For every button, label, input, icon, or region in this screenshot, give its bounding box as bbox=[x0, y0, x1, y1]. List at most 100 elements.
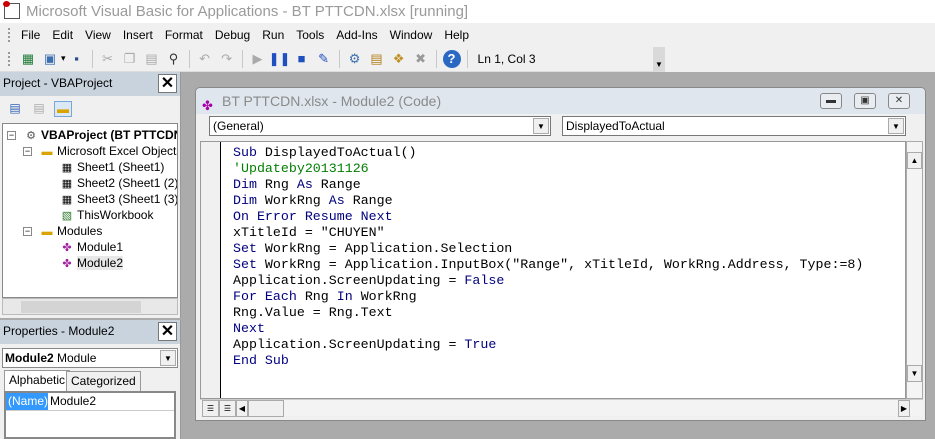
menu-grip[interactable] bbox=[8, 27, 11, 42]
code-horizontal-scrollbar[interactable]: ☰ ☰ ◀ ▶ bbox=[200, 399, 923, 417]
cut-icon[interactable]: ✂ bbox=[99, 50, 117, 68]
tree-item[interactable]: ✤ Module2 bbox=[59, 255, 124, 271]
code-keyword: Next bbox=[233, 321, 265, 336]
chevron-down-icon[interactable]: ▼ bbox=[533, 118, 549, 134]
tree-item-label: VBAProject (BT PTTCDN.xlsx) bbox=[41, 128, 178, 142]
scroll-up-button[interactable]: ▲ bbox=[907, 152, 922, 169]
save-icon[interactable]: ▪ bbox=[68, 50, 86, 68]
tree-item[interactable]: ▧ ThisWorkbook bbox=[59, 207, 154, 223]
collapse-toggle[interactable]: − bbox=[23, 147, 32, 156]
menu-add-ins[interactable]: Add-Ins bbox=[332, 28, 385, 42]
tree-item[interactable]: ▬ Modules bbox=[39, 223, 103, 239]
tree-item-label: Modules bbox=[57, 224, 103, 238]
scroll-left-button[interactable]: ◀ bbox=[236, 400, 248, 417]
design-mode-icon[interactable]: ✎ bbox=[315, 50, 333, 68]
tree-item[interactable]: ▬ Microsoft Excel Objects bbox=[39, 143, 178, 159]
scroll-thumb[interactable] bbox=[21, 301, 141, 313]
menu-edit[interactable]: Edit bbox=[48, 28, 81, 42]
toolbox-icon[interactable]: ✖ bbox=[412, 50, 430, 68]
code-line[interactable]: Application.ScreenUpdating = True bbox=[233, 337, 863, 353]
collapse-toggle[interactable]: − bbox=[7, 131, 16, 140]
menu-file[interactable]: File bbox=[17, 28, 48, 42]
code-line[interactable]: For Each Rng In WorkRng bbox=[233, 289, 863, 305]
tree-item[interactable]: ▦ Sheet2 (Sheet1 (2)) bbox=[59, 175, 177, 191]
code-line[interactable]: Dim Rng As Range bbox=[233, 177, 863, 193]
tab-alphabetic[interactable]: Alphabetic bbox=[4, 370, 71, 391]
menu-tools[interactable]: Tools bbox=[292, 28, 332, 42]
tree-item-label: Sheet3 (Sheet1 (3)) bbox=[77, 192, 178, 206]
code-line[interactable]: 'Updateby20131126 bbox=[233, 161, 863, 177]
menu-insert[interactable]: Insert bbox=[119, 28, 161, 42]
tree-item[interactable]: ⚙ VBAProject (BT PTTCDN.xlsx) bbox=[23, 127, 178, 143]
code-line[interactable]: Application.ScreenUpdating = False bbox=[233, 273, 863, 289]
close-project-explorer-button[interactable]: ✕ bbox=[158, 74, 177, 93]
copy-icon[interactable]: ❐ bbox=[121, 50, 139, 68]
margin-indicator-bar[interactable] bbox=[201, 142, 221, 398]
find-icon[interactable]: ⚲ bbox=[165, 50, 183, 68]
code-lines[interactable]: Sub DisplayedToActual() 'Updateby20131126… bbox=[233, 145, 863, 369]
procedure-view-button[interactable]: ☰ bbox=[202, 400, 219, 417]
excel-icon[interactable]: ▦ bbox=[19, 50, 37, 68]
break-icon[interactable]: ❚❚ bbox=[269, 50, 291, 68]
insert-userform-icon[interactable]: ▣ bbox=[41, 50, 59, 68]
menu-help[interactable]: Help bbox=[440, 28, 477, 42]
tree-item-label: Module2 bbox=[77, 256, 124, 270]
reset-icon[interactable]: ■ bbox=[293, 50, 311, 68]
view-object-icon[interactable]: ▤ bbox=[30, 101, 48, 117]
toggle-folders-icon[interactable]: ▬ bbox=[54, 101, 72, 117]
undo-icon[interactable]: ↶ bbox=[196, 50, 214, 68]
procedure-dropdown[interactable]: DisplayedToActual ▼ bbox=[562, 116, 906, 136]
tree-item[interactable]: ▦ Sheet1 (Sheet1) bbox=[59, 159, 165, 175]
tree-item[interactable]: ✤ Module1 bbox=[59, 239, 123, 255]
help-icon[interactable]: ? bbox=[442, 49, 461, 68]
code-line[interactable]: Rng.Value = Rng.Text bbox=[233, 305, 863, 321]
object-browser-icon[interactable]: ❖ bbox=[390, 50, 408, 68]
menu-format[interactable]: Format bbox=[161, 28, 211, 42]
restore-button[interactable]: ▣ bbox=[854, 93, 876, 109]
code-line[interactable]: On Error Resume Next bbox=[233, 209, 863, 225]
code-line[interactable]: Sub DisplayedToActual() bbox=[233, 145, 863, 161]
code-editor[interactable]: Sub DisplayedToActual() 'Updateby20131126… bbox=[200, 141, 906, 399]
scroll-down-button[interactable]: ▼ bbox=[907, 365, 922, 382]
object-dropdown[interactable]: (General) ▼ bbox=[209, 116, 551, 136]
menu-window[interactable]: Window bbox=[386, 28, 441, 42]
collapse-toggle[interactable]: − bbox=[23, 227, 32, 236]
menu-view[interactable]: View bbox=[81, 28, 119, 42]
full-module-view-button[interactable]: ☰ bbox=[219, 400, 236, 417]
minimize-button[interactable]: ▬ bbox=[820, 93, 842, 109]
code-line[interactable]: Next bbox=[233, 321, 863, 337]
view-code-icon[interactable]: ▤ bbox=[6, 101, 24, 117]
project-explorer-icon[interactable]: ⚙ bbox=[346, 50, 364, 68]
menu-debug[interactable]: Debug bbox=[211, 28, 258, 42]
object-selector-dropdown[interactable]: Module2 Module ▼ bbox=[2, 348, 178, 368]
run-icon[interactable]: ▶ bbox=[249, 50, 267, 68]
code-line[interactable]: Set WorkRng = Application.Selection bbox=[233, 241, 863, 257]
scroll-right-button[interactable]: ▶ bbox=[898, 400, 910, 417]
redo-icon[interactable]: ↷ bbox=[218, 50, 236, 68]
project-tree-horizontal-scrollbar[interactable] bbox=[2, 298, 178, 315]
project-explorer-title: Project - VBAProject bbox=[3, 76, 113, 90]
code-line[interactable]: End Sub bbox=[233, 353, 863, 369]
code-line[interactable]: xTitleId = "CHUYEN" bbox=[233, 225, 863, 241]
code-line[interactable]: Dim WorkRng As Range bbox=[233, 193, 863, 209]
properties-icon[interactable]: ▤ bbox=[368, 50, 386, 68]
toolbar-grip[interactable] bbox=[8, 51, 11, 66]
menu-run[interactable]: Run bbox=[258, 28, 292, 42]
code-keyword: Set bbox=[233, 241, 265, 256]
tab-categorized[interactable]: Categorized bbox=[66, 371, 141, 391]
tree-item[interactable]: ▦ Sheet3 (Sheet1 (3)) bbox=[59, 191, 178, 207]
code-line[interactable]: Set WorkRng = Application.InputBox("Rang… bbox=[233, 257, 863, 273]
code-vertical-scrollbar[interactable]: ▲ ▼ bbox=[906, 141, 923, 399]
chevron-down-icon[interactable]: ▼ bbox=[160, 350, 176, 366]
close-button[interactable]: ✕ bbox=[888, 93, 910, 109]
procedure-dropdown-value: DisplayedToActual bbox=[566, 119, 665, 133]
horizontal-scroll-thumb[interactable] bbox=[248, 400, 284, 417]
property-row[interactable]: (Name) Module2 bbox=[6, 393, 174, 411]
toolbar-options-button[interactable]: ▼ bbox=[653, 47, 665, 71]
chevron-down-icon[interactable]: ▼ bbox=[888, 118, 904, 134]
dropdown-arrow-icon[interactable]: ▾ bbox=[61, 53, 66, 64]
property-value[interactable]: Module2 bbox=[48, 393, 96, 410]
close-properties-button[interactable]: ✕ bbox=[158, 322, 177, 341]
paste-icon[interactable]: ▤ bbox=[143, 50, 161, 68]
tree-item-label: Module1 bbox=[77, 240, 124, 254]
